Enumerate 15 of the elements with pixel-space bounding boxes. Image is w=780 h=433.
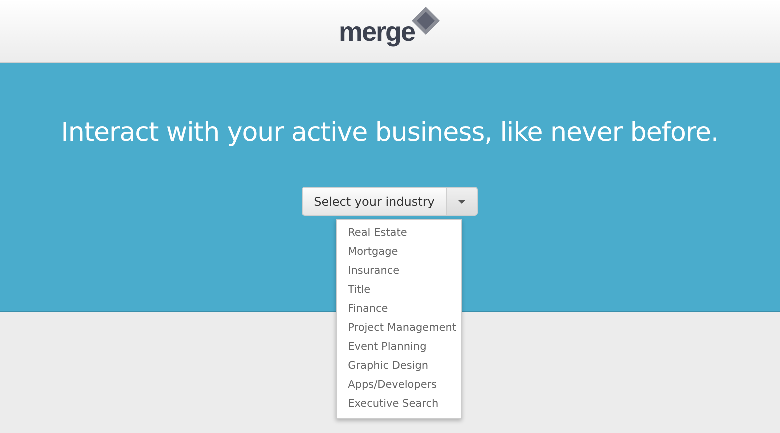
menu-item[interactable]: Executive Search xyxy=(337,395,462,414)
menu-item[interactable]: Event Planning xyxy=(337,338,462,357)
menu-item[interactable]: Insurance xyxy=(337,262,462,281)
menu-item[interactable]: Mortgage xyxy=(337,243,462,262)
menu-item[interactable]: Project Management xyxy=(337,319,462,338)
industry-select-button[interactable]: Select your industry xyxy=(302,187,447,216)
menu-item[interactable]: Finance xyxy=(337,300,462,319)
menu-item[interactable]: Title xyxy=(337,281,462,300)
menu-item[interactable]: Apps/Developers xyxy=(337,376,462,395)
menu-item[interactable]: Graphic Design xyxy=(337,357,462,376)
logo-text: merge xyxy=(338,19,416,46)
headline: Interact with your active business, like never before. xyxy=(61,118,719,148)
caret-icon xyxy=(458,200,466,204)
menu-item[interactable]: Real Estate xyxy=(337,224,462,243)
dropdown-toggle[interactable] xyxy=(446,187,478,216)
